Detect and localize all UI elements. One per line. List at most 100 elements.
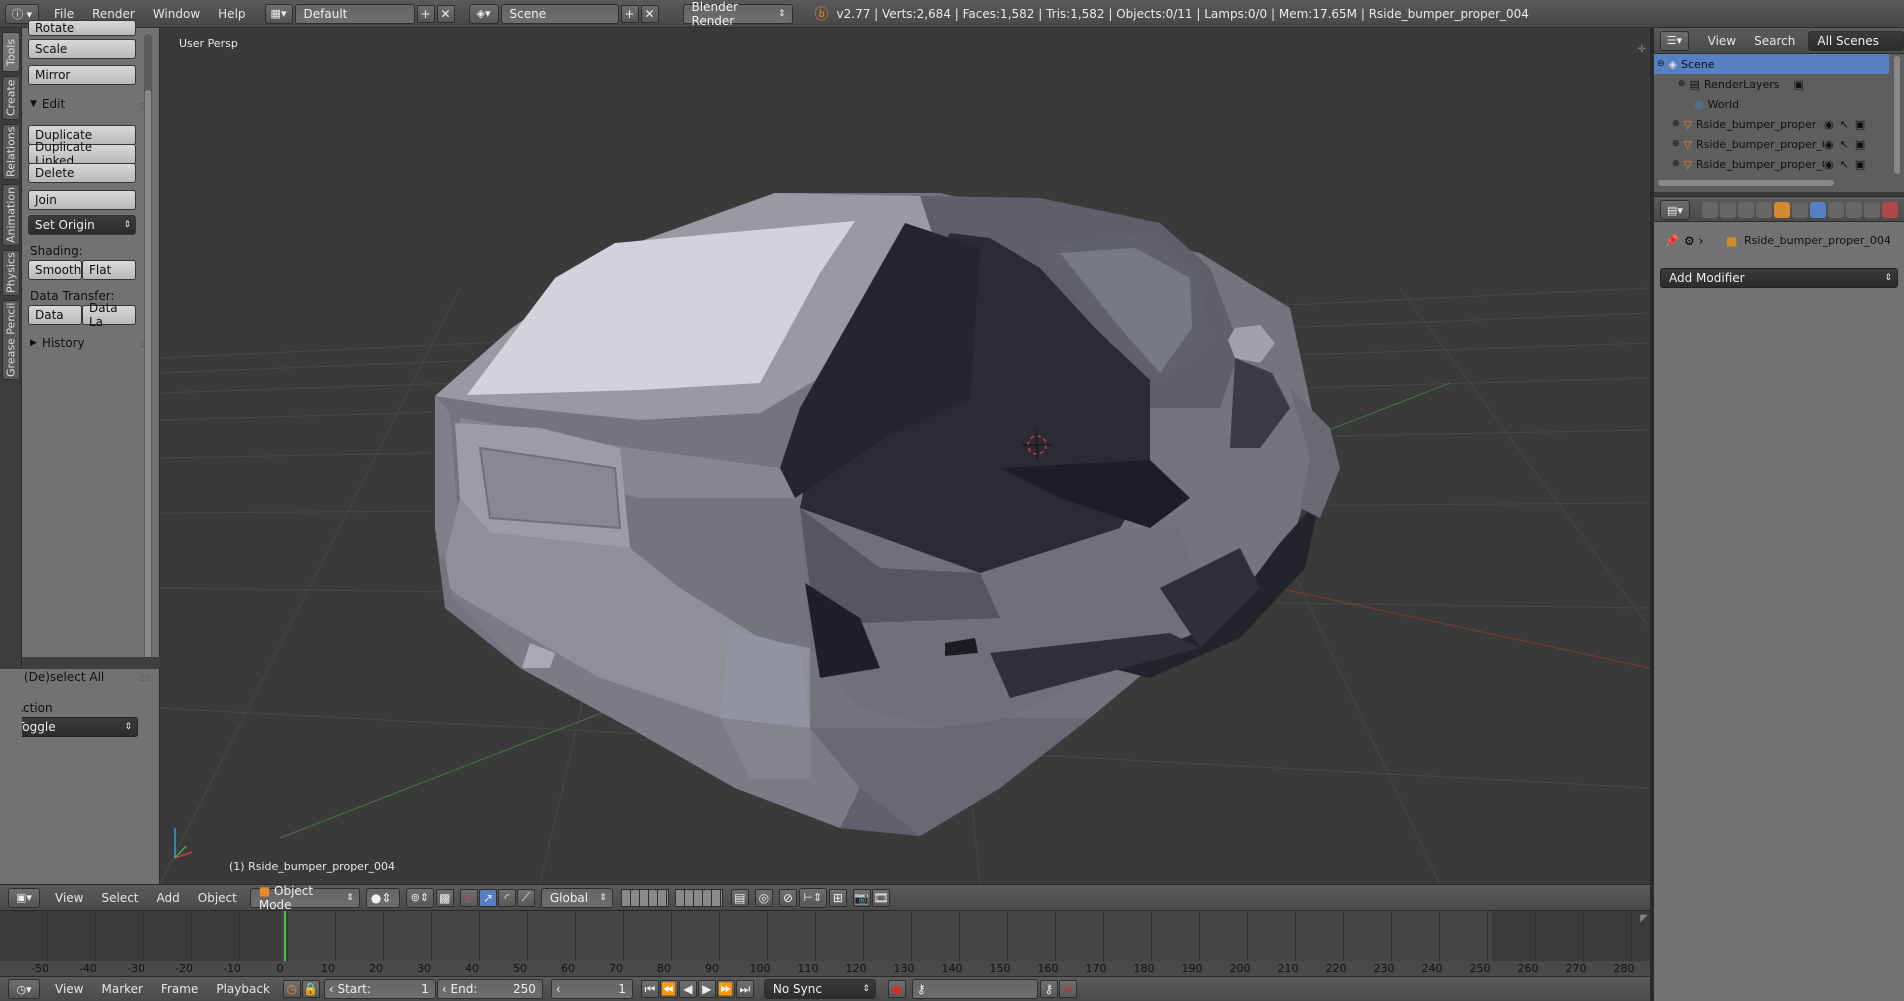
eye-icon[interactable]: ◉: [1824, 118, 1834, 131]
scene-name-field[interactable]: Scene: [500, 3, 619, 24]
edit-panel-header[interactable]: ▼ Edit: [30, 97, 65, 111]
start-frame-field[interactable]: ‹ Start: 1: [323, 979, 436, 999]
translate-manipulator-button[interactable]: ⊥: [459, 888, 478, 907]
world-tab-icon[interactable]: [1756, 202, 1772, 218]
menu-help[interactable]: Help: [209, 7, 254, 21]
history-panel-header[interactable]: ▶ History: [30, 336, 85, 350]
render-icon[interactable]: ▣: [1855, 138, 1865, 151]
operator-panel-header[interactable]: ▼ (De)select All: [12, 670, 104, 684]
menu-window[interactable]: Window: [144, 7, 209, 21]
render-icon[interactable]: ▣: [1855, 118, 1865, 131]
snap-target-button[interactable]: ⊞: [828, 888, 847, 907]
outliner-row-renderlayers[interactable]: ⊕ ▤ RenderLayers ▣: [1654, 74, 1889, 94]
scale-manipulator-button[interactable]: ◜: [497, 888, 516, 907]
object-tab-icon[interactable]: [1774, 202, 1790, 218]
scrollbar-thumb[interactable]: [145, 90, 151, 664]
layer-buttons-1[interactable]: [620, 888, 669, 907]
render-icon[interactable]: ▣: [1855, 158, 1865, 171]
menu-search[interactable]: Search: [1745, 34, 1804, 48]
keying-set-field[interactable]: ⚷: [911, 979, 1038, 999]
play-button[interactable]: ▶: [697, 980, 716, 998]
constraints-tab-icon[interactable]: [1792, 202, 1808, 218]
render-engine-select[interactable]: Blender Render ⇕: [682, 0, 793, 28]
playhead[interactable]: [284, 911, 286, 961]
lock-layers-button[interactable]: ▤: [730, 888, 749, 907]
editor-type-3d-button[interactable]: ▣▾: [8, 887, 40, 908]
editor-type-outliner-button[interactable]: ☰▾: [1660, 30, 1689, 51]
set-origin-select[interactable]: Set Origin ⇕: [28, 215, 136, 235]
layout-name-field[interactable]: Default: [294, 3, 415, 24]
cursor-icon[interactable]: ↖: [1840, 118, 1849, 131]
data-transfer-button[interactable]: Data: [28, 305, 82, 325]
sync-mode-select[interactable]: No Sync ⇕: [763, 979, 876, 999]
jump-start-button[interactable]: ⏮: [640, 980, 659, 998]
menu-render[interactable]: Render: [83, 7, 144, 21]
scale-button[interactable]: Scale: [28, 39, 136, 59]
tab-create[interactable]: Create: [2, 76, 20, 120]
menu-add[interactable]: Add: [148, 891, 189, 905]
scene-tab-icon[interactable]: [1738, 202, 1754, 218]
layout-browse-button[interactable]: ▦▾: [264, 3, 293, 24]
drag-handle-icon[interactable]: ::::: [140, 673, 151, 684]
lock-time-button[interactable]: 🔒: [301, 980, 320, 998]
auto-keyframe-button[interactable]: ●: [887, 980, 906, 998]
cursor-icon[interactable]: ↖: [1840, 158, 1849, 171]
tab-relations[interactable]: Relations: [2, 124, 20, 180]
jump-keyframe-back-button[interactable]: ⏪: [659, 980, 678, 998]
outliner-row-scene[interactable]: ⊖ ◈ Scene: [1654, 54, 1889, 74]
join-button[interactable]: Join: [28, 190, 136, 210]
render-tab-icon[interactable]: [1702, 202, 1718, 218]
outliner-row-object[interactable]: ⊕ ▽ Rside_bumper_proper_0 ◉ ↖ ▣: [1654, 134, 1889, 154]
scene-add-button[interactable]: +: [620, 4, 639, 23]
current-frame-field[interactable]: ‹ 1: [550, 979, 633, 999]
delete-button[interactable]: Delete: [28, 163, 136, 183]
menu-select[interactable]: Select: [92, 891, 147, 905]
menu-view[interactable]: View: [46, 982, 92, 996]
opengl-anim-button[interactable]: 🎞: [871, 888, 890, 907]
data-layout-button[interactable]: Data La: [82, 301, 136, 329]
end-frame-field[interactable]: ‹ End: 250: [436, 979, 543, 999]
outliner-row-object[interactable]: ⊕ ▽ Rside_bumper_proper ◉ ↖ ▣: [1654, 114, 1889, 134]
car-mesh[interactable]: [435, 193, 1340, 836]
eye-icon[interactable]: ◉: [1824, 138, 1834, 151]
render-layer-toggle-icon[interactable]: ▣: [1794, 78, 1804, 91]
action-select[interactable]: Toggle ⇕: [8, 717, 138, 737]
pivot-point-button[interactable]: ⊚⇕: [405, 887, 434, 908]
expand-toggle-icon[interactable]: ⊕: [1672, 139, 1680, 149]
expand-toggle-icon[interactable]: ⊕: [1678, 79, 1686, 89]
layout-add-button[interactable]: +: [416, 4, 435, 23]
mirror-button[interactable]: Mirror: [28, 65, 136, 85]
proportional-edit-button[interactable]: ◎: [754, 888, 773, 907]
outliner-hscrollbar[interactable]: [1658, 180, 1834, 186]
rotate-button[interactable]: Rotate: [28, 20, 136, 36]
scene-browse-button[interactable]: ◈▾: [468, 3, 499, 24]
outliner-filter-select[interactable]: All Scenes: [1808, 30, 1904, 51]
viewport-scene[interactable]: [160, 28, 1650, 884]
rotate-manipulator-button[interactable]: ↗: [478, 888, 497, 907]
expand-toggle-icon[interactable]: ⊕: [1672, 119, 1680, 129]
mode-select[interactable]: ■ Object Mode ⇕: [249, 884, 360, 912]
tab-physics[interactable]: Physics: [2, 250, 20, 296]
layer-buttons-2[interactable]: [674, 888, 723, 907]
editor-type-timeline-button[interactable]: ◷▾: [8, 979, 40, 999]
orientation-select[interactable]: Global ⇕: [540, 887, 613, 908]
expand-toggle-icon[interactable]: ⊕: [1672, 159, 1680, 169]
editor-type-properties-button[interactable]: ▤▾: [1660, 200, 1690, 220]
preview-range-button[interactable]: ◷: [282, 980, 301, 998]
menu-playback[interactable]: Playback: [207, 982, 279, 996]
menu-marker[interactable]: Marker: [92, 982, 151, 996]
collapse-toggle-icon[interactable]: ⊖: [1657, 59, 1665, 69]
corner-widget-icon[interactable]: ◤: [1640, 913, 1648, 924]
corner-widget-icon[interactable]: ✛: [1638, 44, 1646, 55]
menu-frame[interactable]: Frame: [152, 982, 207, 996]
outliner-row-world[interactable]: ◍ World: [1654, 94, 1889, 114]
opengl-render-button[interactable]: 📷: [852, 888, 871, 907]
scene-delete-button[interactable]: ✕: [640, 4, 659, 23]
outliner-row-object[interactable]: ⊕ ▽ Rside_bumper_proper_0 ◉ ↖ ▣: [1654, 154, 1889, 174]
layout-delete-button[interactable]: ✕: [436, 4, 455, 23]
jump-end-button[interactable]: ⏭: [735, 980, 754, 998]
render-layers-tab-icon[interactable]: [1720, 202, 1736, 218]
shade-flat-button[interactable]: Flat: [82, 260, 136, 280]
menu-view[interactable]: View: [1699, 34, 1745, 48]
timeline-region[interactable]: -50 -40 -30 -20 -10 0 10 20 30 40 50 60 70 80 90 100 110…: [0, 910, 1650, 977]
